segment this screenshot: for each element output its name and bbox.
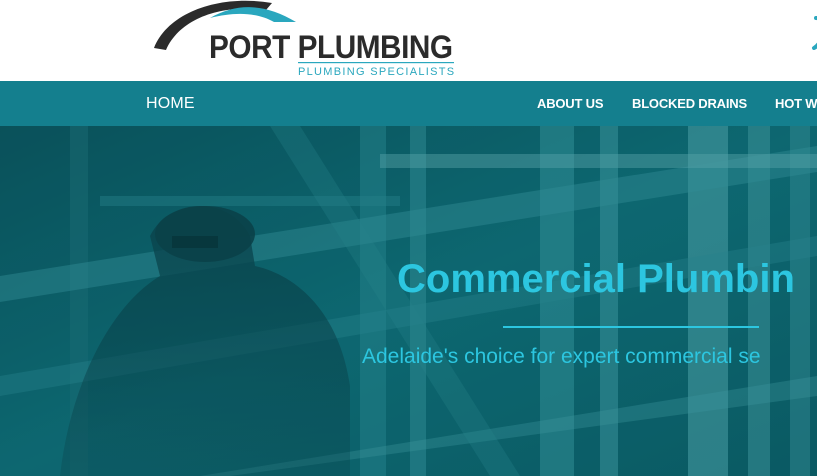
nav-about-us[interactable]: ABOUT US xyxy=(537,81,603,126)
site-header: PORT PLUMBING PLUMBING SPECIALISTS xyxy=(0,0,817,81)
hero-subtitle: Adelaide's choice for expert commercial … xyxy=(362,345,761,368)
hero-title: Commercial Plumbin xyxy=(397,257,795,301)
nav-blocked-drains[interactable]: BLOCKED DRAINS xyxy=(632,81,747,126)
nav-home[interactable]: HOME xyxy=(146,81,195,126)
logo-tagline: PLUMBING SPECIALISTS xyxy=(298,66,456,78)
hero-background-image xyxy=(0,126,817,476)
main-nav: HOME ABOUT US BLOCKED DRAINS HOT W xyxy=(0,81,817,126)
nav-hot-water[interactable]: HOT W xyxy=(775,81,817,126)
hero-banner: Commercial Plumbin Adelaide's choice for… xyxy=(0,126,817,476)
logo-name: PORT PLUMBING xyxy=(209,29,453,65)
logo[interactable]: PORT PLUMBING PLUMBING SPECIALISTS xyxy=(146,0,458,81)
phone-icon[interactable] xyxy=(806,14,817,50)
hero-divider xyxy=(503,326,759,328)
